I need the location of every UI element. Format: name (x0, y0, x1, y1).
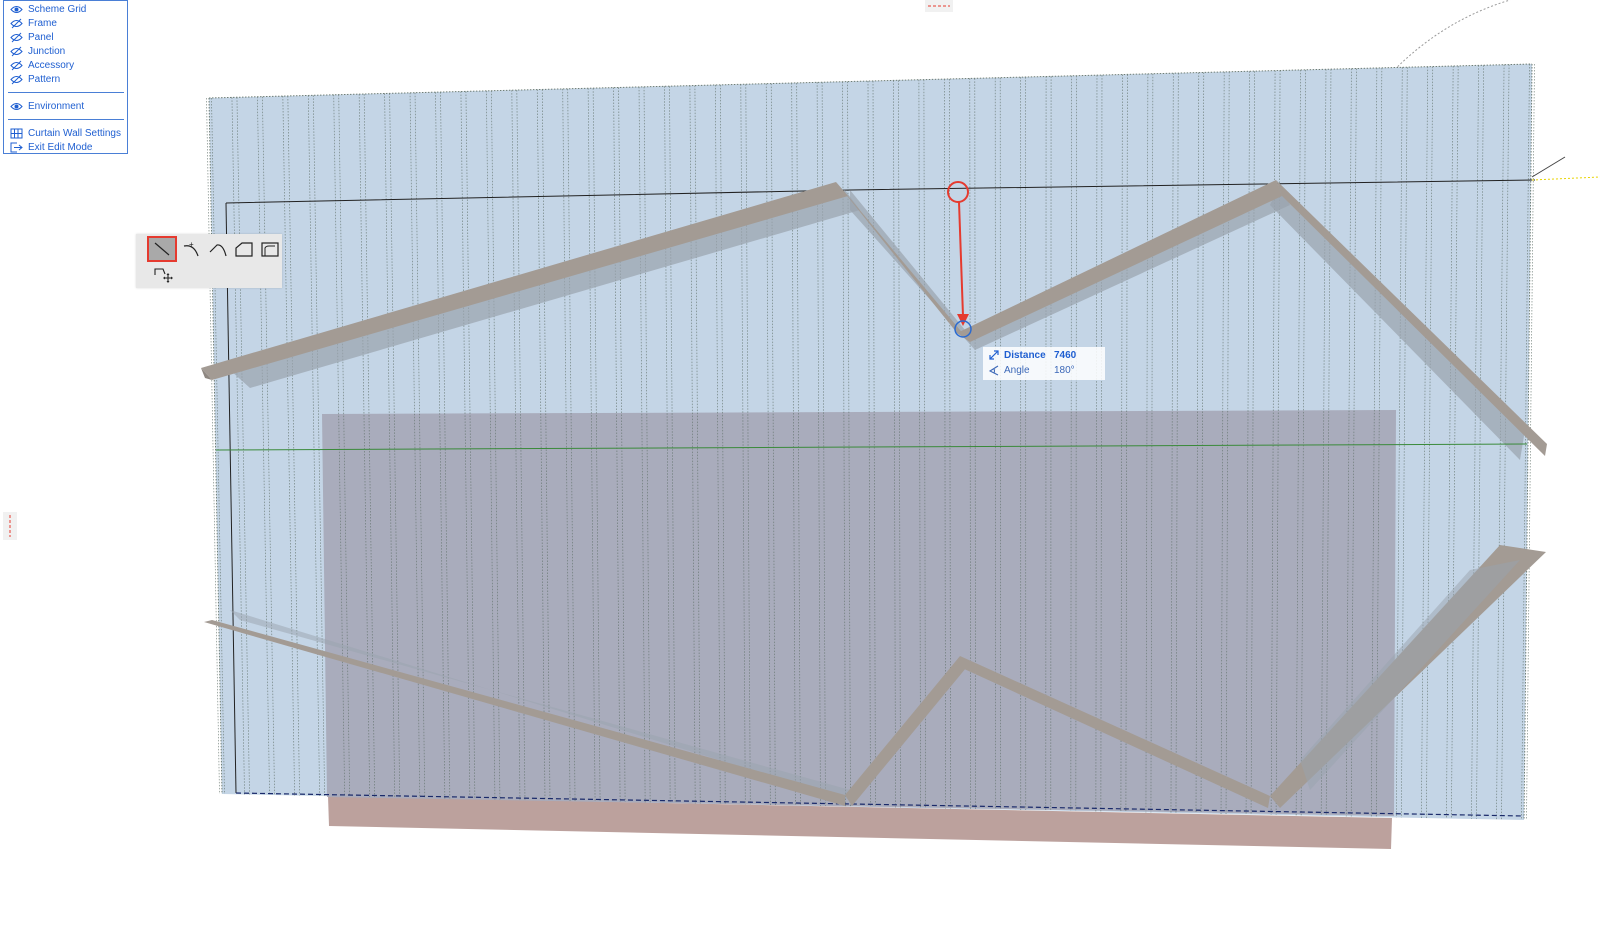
chamfer-corner-icon (235, 242, 253, 257)
tangent-arc-button[interactable] (205, 238, 231, 260)
palette-item-frame[interactable]: Frame (4, 16, 127, 30)
svg-text:+: + (189, 240, 194, 249)
axis-arrow-line (1531, 156, 1566, 178)
chamfer-corner-button[interactable] (231, 238, 257, 260)
yellow-axis-line (1531, 176, 1600, 181)
tangent-arc-icon (209, 244, 227, 257)
building-mass (322, 410, 1396, 816)
palette-divider (8, 119, 124, 120)
eye-hidden-icon (10, 60, 23, 71)
straight-line-icon (154, 242, 170, 256)
palette-item-pattern-label: Pattern (28, 73, 61, 85)
curtain-wall-edit-palette: Scheme Grid Frame Panel Junction Accessory Pa… (3, 0, 128, 154)
straight-line-button[interactable] (147, 236, 177, 262)
palette-item-curtain-wall-settings-label: Curtain Wall Settings (28, 127, 121, 139)
eye-hidden-icon (10, 32, 23, 43)
palette-item-junction[interactable]: Junction (4, 44, 127, 58)
palette-item-curtain-wall-settings[interactable]: Curtain Wall Settings (4, 126, 127, 140)
palette-item-accessory-label: Accessory (28, 59, 75, 71)
palette-item-accessory[interactable]: Accessory (4, 58, 127, 72)
coordinate-tracker: Distance 7460 Angle 180° (983, 347, 1105, 380)
exit-icon (10, 142, 23, 153)
arc-line-button[interactable]: + (178, 238, 204, 260)
geometry-method-palette: + (136, 234, 282, 288)
palette-item-pattern[interactable]: Pattern (4, 72, 127, 86)
palette-item-frame-label: Frame (28, 17, 57, 29)
tracker-distance-value[interactable]: 7460 (1054, 350, 1076, 361)
curtain-wall-3d-view[interactable] (0, 0, 1600, 944)
angle-icon (988, 364, 1000, 376)
tracker-angle-label: Angle (1004, 364, 1030, 376)
tracker-angle-row[interactable]: Angle 180° (988, 363, 1075, 377)
tracker-angle-value[interactable]: 180° (1054, 365, 1075, 376)
palette-item-environment[interactable]: Environment (4, 99, 127, 113)
palette-divider (8, 92, 124, 93)
move-node-button[interactable] (149, 263, 175, 285)
palette-item-scheme-grid[interactable]: Scheme Grid (4, 2, 127, 16)
fillet-corner-icon (261, 242, 279, 257)
palette-item-exit-edit-mode-label: Exit Edit Mode (28, 141, 93, 153)
move-node-icon (154, 268, 173, 283)
grid-settings-icon (10, 128, 23, 139)
palette-item-panel[interactable]: Panel (4, 30, 127, 44)
arc-line-icon: + (183, 240, 199, 257)
palette-item-panel-label: Panel (28, 31, 54, 43)
distance-icon (988, 349, 1000, 361)
tracker-distance-row[interactable]: Distance 7460 (988, 348, 1076, 362)
palette-item-environment-label: Environment (28, 100, 85, 112)
eye-hidden-icon (10, 46, 23, 57)
archicad-3d-window: Scheme Grid Frame Panel Junction Accessory Pa… (0, 0, 1600, 944)
tracker-distance-label: Distance (1004, 349, 1046, 361)
palette-item-scheme-grid-label: Scheme Grid (28, 3, 87, 15)
eye-icon (10, 101, 23, 112)
fillet-corner-button[interactable] (257, 238, 283, 260)
palette-item-exit-edit-mode[interactable]: Exit Edit Mode (4, 140, 127, 154)
eye-icon (10, 4, 23, 15)
eye-hidden-icon (10, 18, 23, 29)
palette-item-junction-label: Junction (28, 45, 66, 57)
eye-hidden-icon (10, 74, 23, 85)
